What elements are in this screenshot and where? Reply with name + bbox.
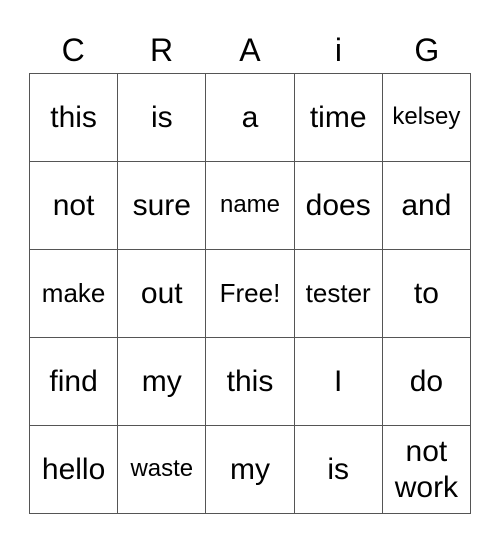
header-letter: i — [334, 32, 342, 68]
bingo-cell[interactable]: my — [118, 338, 207, 426]
bingo-cell[interactable]: time — [294, 74, 383, 162]
bingo-cell[interactable]: do — [382, 338, 471, 426]
bingo-cell[interactable]: kelsey — [382, 74, 471, 162]
bingo-cell[interactable]: name — [206, 162, 295, 250]
bingo-card: this is a time kelsey not sure name does… — [29, 73, 471, 514]
bingo-cell[interactable]: and — [382, 162, 471, 250]
bingo-cell[interactable]: out — [118, 250, 207, 338]
bingo-cell[interactable]: is — [118, 74, 207, 162]
bingo-cell[interactable]: tester — [294, 250, 383, 338]
header-letter: G — [414, 32, 440, 68]
bingo-cell[interactable]: to — [382, 250, 471, 338]
header-letter: A — [239, 32, 261, 68]
bingo-cell[interactable]: waste — [118, 426, 207, 514]
bingo-cell[interactable]: not — [30, 162, 119, 250]
bingo-cell[interactable]: this — [206, 338, 295, 426]
free-space[interactable]: Free! — [206, 250, 295, 338]
bingo-cell[interactable]: does — [294, 162, 383, 250]
bingo-cell[interactable]: my — [206, 426, 295, 514]
bingo-cell[interactable]: I — [294, 338, 383, 426]
bingo-cell[interactable]: is — [294, 426, 383, 514]
bingo-cell[interactable]: hello — [30, 426, 119, 514]
bingo-cell[interactable]: this — [30, 74, 119, 162]
header-letter: R — [150, 32, 174, 68]
bingo-cell[interactable]: sure — [118, 162, 207, 250]
bingo-cell[interactable]: make — [30, 250, 119, 338]
bingo-cell[interactable]: find — [30, 338, 119, 426]
bingo-cell[interactable]: not work — [382, 426, 471, 514]
header-letter: C — [61, 32, 85, 68]
bingo-cell[interactable]: a — [206, 74, 295, 162]
bingo-header: C R A i G — [29, 28, 471, 72]
